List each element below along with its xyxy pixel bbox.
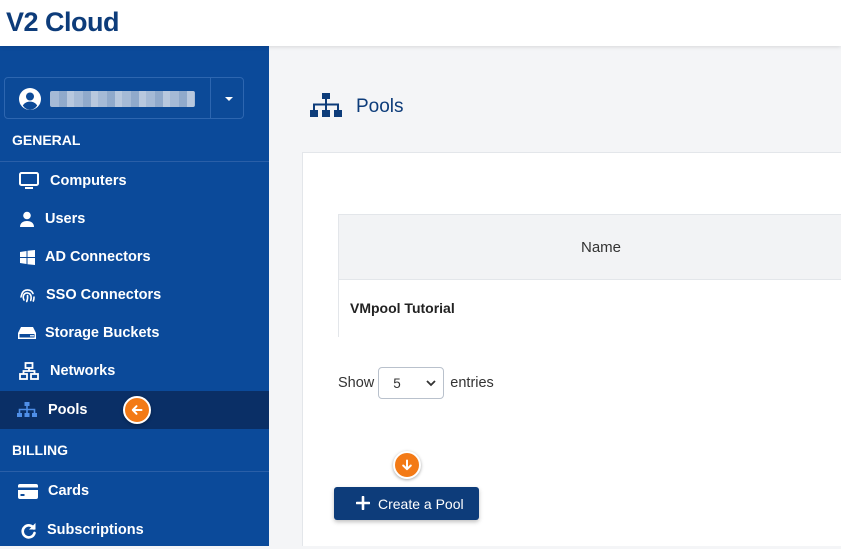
- sidebar-item-label: Users: [45, 211, 86, 227]
- top-bar: V2 Cloud: [0, 0, 841, 46]
- redo-icon: [18, 520, 38, 540]
- credit-card-icon: [18, 481, 38, 501]
- sidebar-item-cards[interactable]: Cards: [0, 472, 269, 510]
- user-icon: [17, 209, 37, 229]
- table-row[interactable]: VMpool Tutorial: [339, 280, 841, 337]
- pools-table: Name VMpool Tutorial: [338, 214, 841, 337]
- account-switcher[interactable]: [4, 77, 244, 119]
- plus-icon: [356, 496, 370, 510]
- sidebar-item-subscriptions[interactable]: Subscriptions: [0, 511, 269, 549]
- sidebar-item-label: Pools: [48, 402, 88, 418]
- fingerprint-icon: [17, 285, 37, 305]
- blurred-account-name: [50, 91, 195, 107]
- table-header-name[interactable]: Name: [339, 215, 841, 280]
- sidebar: GENERAL Computers Users AD Connectors SS…: [0, 46, 269, 546]
- caret-down-icon[interactable]: [219, 92, 239, 106]
- create-pool-button-label: Create a Pool: [378, 496, 464, 512]
- column-header-label: Name: [581, 239, 622, 256]
- sidebar-item-computers[interactable]: Computers: [0, 162, 269, 200]
- sidebar-item-label: Storage Buckets: [45, 325, 160, 341]
- user-avatar-icon: [19, 88, 41, 110]
- entries-length-control: Show 5 entries: [338, 367, 494, 399]
- account-switcher-divider: [210, 78, 211, 118]
- sidebar-item-sso-connectors[interactable]: SSO Connectors: [0, 276, 269, 314]
- arrow-left-highlight-icon: [123, 396, 151, 424]
- sidebar-item-label: AD Connectors: [45, 249, 151, 265]
- monitor-icon: [19, 171, 39, 191]
- sidebar-item-ad-connectors[interactable]: AD Connectors: [0, 238, 269, 276]
- sidebar-item-label: Computers: [50, 173, 127, 189]
- windows-icon: [17, 247, 37, 267]
- network-icon: [19, 361, 39, 381]
- chevron-down-icon: [426, 380, 436, 387]
- sidebar-item-networks[interactable]: Networks: [0, 352, 269, 390]
- entries-select-value: 5: [393, 376, 401, 391]
- section-title-billing: BILLING: [12, 442, 68, 458]
- entries-prefix-label: Show: [338, 375, 375, 391]
- app-logo[interactable]: V2 Cloud: [6, 7, 120, 38]
- sidebar-item-label: SSO Connectors: [46, 287, 162, 303]
- sidebar-item-label: Subscriptions: [47, 522, 144, 538]
- sidebar-item-label: Cards: [48, 483, 90, 499]
- arrow-down-highlight-icon: [393, 451, 421, 479]
- create-pool-button[interactable]: Create a Pool: [334, 487, 479, 520]
- page-title: Pools: [356, 96, 404, 117]
- section-title-general: GENERAL: [12, 132, 81, 148]
- sidebar-item-label: Networks: [50, 363, 116, 379]
- sitemap-icon: [310, 93, 342, 117]
- entries-select[interactable]: 5: [378, 367, 445, 399]
- entries-suffix-label: entries: [450, 375, 494, 391]
- sidebar-item-users[interactable]: Users: [0, 200, 269, 238]
- hard-drive-icon: [17, 323, 37, 343]
- sitemap-icon: [17, 400, 37, 420]
- sidebar-item-pools[interactable]: Pools: [0, 391, 269, 429]
- pool-name-cell: VMpool Tutorial: [350, 300, 455, 316]
- sidebar-item-storage-buckets[interactable]: Storage Buckets: [0, 314, 269, 352]
